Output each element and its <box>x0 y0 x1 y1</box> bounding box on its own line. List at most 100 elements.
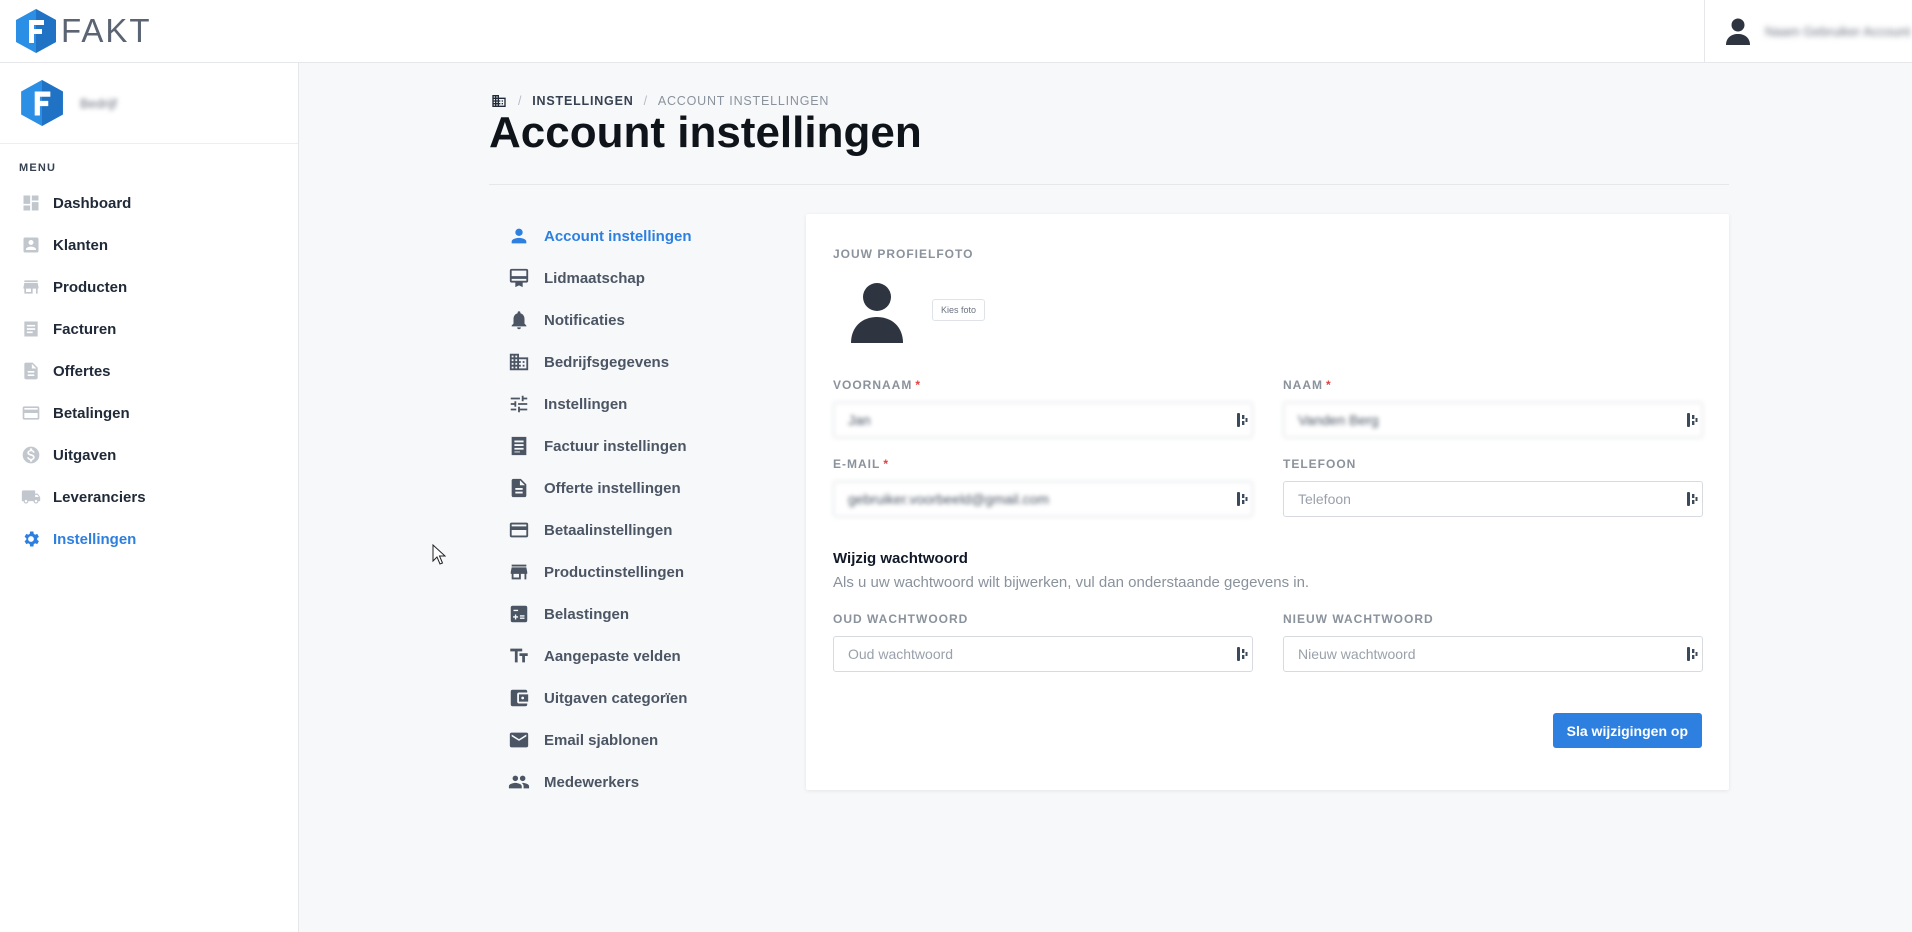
fakt-logo-icon <box>16 9 56 53</box>
user-avatar-icon <box>1726 18 1750 45</box>
profile-avatar-icon <box>851 283 903 343</box>
bell-icon <box>508 309 530 331</box>
settings-nav-label: Betaalinstellingen <box>544 521 673 539</box>
company-name: Bedrijf <box>80 95 117 111</box>
settings-nav-label: Offerte instellingen <box>544 479 681 497</box>
profile-photo-label: JOUW PROFIELFOTO <box>833 247 974 261</box>
credit-card-icon <box>21 403 41 423</box>
sidebar-item-label: Dashboard <box>53 194 132 212</box>
sidebar-item-label: Klanten <box>53 236 109 254</box>
password-manager-icon[interactable] <box>1236 646 1248 662</box>
list-icon <box>21 319 41 339</box>
settings-nav-label: Instellingen <box>544 395 628 413</box>
email-input[interactable] <box>833 481 1253 517</box>
page-title: Account instellingen <box>489 108 922 157</box>
settings-nav-label: Aangepaste velden <box>544 647 681 665</box>
company-switcher[interactable]: Bedrijf <box>0 63 298 144</box>
sidebar-item-dashboard[interactable]: Dashboard <box>0 182 298 224</box>
required-mark: * <box>883 457 889 471</box>
password-manager-icon[interactable] <box>1686 491 1698 507</box>
mail-icon <box>508 729 530 751</box>
document-icon <box>21 361 41 381</box>
sidebar-item-offertes[interactable]: Offertes <box>0 350 298 392</box>
store-icon <box>21 277 41 297</box>
settings-nav-email-sjablonen[interactable]: Email sjablonen <box>508 719 768 761</box>
new-password-input[interactable] <box>1283 636 1703 672</box>
change-password-title: Wijzig wachtwoord <box>833 550 968 567</box>
card-membership-icon <box>508 267 530 289</box>
email-label: E-MAIL * <box>833 457 889 471</box>
settings-nav-account[interactable]: Account instellingen <box>508 215 768 257</box>
new-password-label: NIEUW WACHTWOORD <box>1283 612 1434 626</box>
person-icon <box>508 225 530 247</box>
settings-nav-lidmaatschap[interactable]: Lidmaatschap <box>508 257 768 299</box>
user-menu[interactable]: Naam Gebruiker Account <box>1704 0 1912 63</box>
old-password-input[interactable] <box>833 636 1253 672</box>
phone-label: TELEFOON <box>1283 457 1357 471</box>
app-name: FAKT <box>61 12 152 49</box>
sidebar-item-instellingen[interactable]: Instellingen <box>0 518 298 560</box>
sidebar: Bedrijf MENU Dashboard Klanten Producten… <box>0 63 299 932</box>
settings-nav-label: Belastingen <box>544 605 630 623</box>
password-manager-icon[interactable] <box>1686 646 1698 662</box>
settings-nav-instellingen[interactable]: Instellingen <box>508 383 768 425</box>
store-icon <box>508 561 530 583</box>
choose-photo-button[interactable]: Kies foto <box>932 299 986 321</box>
breadcrumb-instellingen[interactable]: INSTELLINGEN <box>532 94 633 108</box>
contact-icon <box>21 235 41 255</box>
credit-card-icon <box>508 519 530 541</box>
last-name-input[interactable] <box>1283 402 1703 438</box>
sidebar-item-leveranciers[interactable]: Leveranciers <box>0 476 298 518</box>
sidebar-item-label: Instellingen <box>53 530 137 548</box>
sliders-icon <box>508 393 530 415</box>
change-password-hint: Als u uw wachtwoord wilt bijwerken, vul … <box>833 574 1310 591</box>
password-manager-icon[interactable] <box>1686 412 1698 428</box>
settings-nav-uitgaven-categorien[interactable]: Uitgaven categorïen <box>508 677 768 719</box>
sidebar-item-betalingen[interactable]: Betalingen <box>0 392 298 434</box>
settings-nav-aangepaste-velden[interactable]: Aangepaste velden <box>508 635 768 677</box>
invoice-icon <box>508 435 530 457</box>
building-icon[interactable] <box>490 93 508 109</box>
required-mark: * <box>915 378 922 392</box>
settings-nav-label: Bedrijfsgegevens <box>544 353 670 371</box>
settings-nav: Account instellingen Lidmaatschap Notifi… <box>508 215 768 803</box>
building-icon <box>508 351 530 373</box>
text-fields-icon <box>508 645 530 667</box>
settings-nav-label: Email sjablonen <box>544 731 659 749</box>
sidebar-item-producten[interactable]: Producten <box>0 266 298 308</box>
first-name-label-text: VOORNAAM <box>833 378 913 392</box>
breadcrumb-separator: / <box>518 94 523 108</box>
settings-nav-offerte[interactable]: Offerte instellingen <box>508 467 768 509</box>
settings-nav-bedrijfsgegevens[interactable]: Bedrijfsgegevens <box>508 341 768 383</box>
phone-input[interactable] <box>1283 481 1703 517</box>
calculator-icon <box>508 603 530 625</box>
breadcrumb-account-instellingen: ACCOUNT INSTELLINGEN <box>657 94 830 108</box>
settings-nav-label: Factuur instellingen <box>544 437 687 455</box>
settings-nav-product[interactable]: Productinstellingen <box>508 551 768 593</box>
breadcrumb-separator: / <box>643 94 648 108</box>
settings-nav-label: Medewerkers <box>544 773 640 791</box>
last-name-label-text: NAAM <box>1283 378 1323 392</box>
gear-icon <box>21 529 41 549</box>
sidebar-item-uitgaven[interactable]: Uitgaven <box>0 434 298 476</box>
settings-nav-betaal[interactable]: Betaalinstellingen <box>508 509 768 551</box>
save-changes-button[interactable]: Sla wijzigingen op <box>1552 713 1702 748</box>
settings-nav-belastingen[interactable]: Belastingen <box>508 593 768 635</box>
sidebar-item-facturen[interactable]: Facturen <box>0 308 298 350</box>
settings-nav-label: Uitgaven categorïen <box>544 689 688 707</box>
sidebar-item-label: Leveranciers <box>53 488 146 506</box>
top-header: FAKT Naam Gebruiker Account <box>0 0 1912 63</box>
settings-nav-notificaties[interactable]: Notificaties <box>508 299 768 341</box>
user-name: Naam Gebruiker Account <box>1765 24 1911 39</box>
first-name-input[interactable] <box>833 402 1253 438</box>
menu-heading: MENU <box>19 162 57 174</box>
settings-nav-factuur[interactable]: Factuur instellingen <box>508 425 768 467</box>
password-manager-icon[interactable] <box>1236 491 1248 507</box>
settings-nav-medewerkers[interactable]: Medewerkers <box>508 761 768 803</box>
sidebar-item-klanten[interactable]: Klanten <box>0 224 298 266</box>
settings-nav-label: Productinstellingen <box>544 563 685 581</box>
settings-nav-label: Notificaties <box>544 311 625 329</box>
fakt-logo[interactable]: FAKT <box>15 8 152 54</box>
last-name-label: NAAM * <box>1283 378 1332 392</box>
password-manager-icon[interactable] <box>1236 412 1248 428</box>
